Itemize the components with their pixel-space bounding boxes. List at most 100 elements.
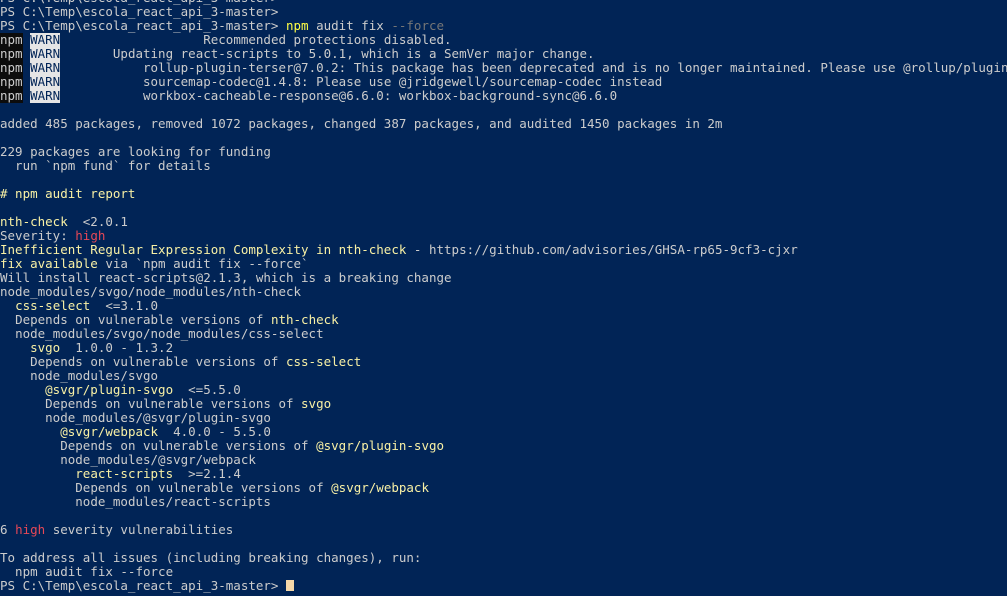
npm-warn-text: rollup-plugin-terser@7.0.2: This package…: [143, 61, 1007, 75]
funding-text: 229 packages are looking for funding: [0, 145, 271, 159]
audit-report-heading-text: # npm audit report: [0, 187, 136, 201]
npm-warn-text: workbox-cacheable-response@6.6.0: workbo…: [143, 89, 618, 103]
npm-warn-text: Updating react-scripts to 5.0.1, which i…: [112, 47, 595, 61]
tree-depends-name: svgo: [301, 397, 332, 411]
text-cursor: [285, 580, 294, 591]
npm-warn-text: Recommended protections disabled.: [203, 33, 452, 47]
vulnerability-total-line: 6 high severity vulnerabilities: [0, 523, 1007, 537]
tree-package-name: svgo: [30, 341, 61, 355]
npm-tag: npm: [0, 61, 23, 75]
advisory-path-text: node_modules/svgo/node_modules/nth-check: [0, 285, 302, 299]
terminal-screen: PS C:\Temp\escola_react_api_3-master> PS…: [0, 0, 1007, 593]
severity-label: Severity:: [0, 229, 76, 243]
command-program: npm: [285, 19, 309, 33]
tree-depends-prefix: Depends on vulnerable versions of: [45, 397, 302, 411]
advisory-fix-line: fix available via `npm audit fix --force…: [0, 257, 1007, 271]
advisory-severity-line: Severity: high: [0, 229, 1007, 243]
tree-path-text: node_modules/@svgr/plugin-svgo: [45, 411, 271, 425]
prompt-line-idle: PS C:\Temp\escola_react_api_3-master>: [0, 5, 1007, 19]
tree-package-range: 1.0.0 - 1.3.2: [60, 341, 174, 355]
tree-package-range: 4.0.0 - 5.5.0: [158, 425, 271, 439]
tree-depends-line: Depends on vulnerable versions of @svgr/…: [0, 481, 1007, 495]
tree-package-line: react-scripts >=2.1.4: [0, 467, 1007, 481]
npm-tag: npm: [0, 33, 23, 47]
warn-tag: WARN: [30, 75, 61, 89]
tree-path-line: node_modules/@svgr/webpack: [0, 453, 1007, 467]
npm-warn-text: sourcemap-codec@1.4.8: Please use @jridg…: [143, 75, 663, 89]
npm-warn-line: npm WARN Updating react-scripts to 5.0.1…: [0, 47, 1007, 61]
tree-package-line: @svgr/webpack 4.0.0 - 5.5.0: [0, 425, 1007, 439]
tree-depends-name: nth-check: [270, 313, 339, 327]
advisory-package-range: <2.0.1: [67, 215, 128, 229]
command-args: audit fix: [316, 19, 384, 33]
tree-package-name: @svgr/webpack: [60, 425, 159, 439]
advisory-title-line: Inefficient Regular Expression Complexit…: [0, 243, 1007, 257]
command-flag: --force: [391, 19, 445, 33]
fix-available-label: fix available: [0, 257, 98, 271]
npm-warn-line: npm WARN workbox-cacheable-response@6.6.…: [0, 89, 1007, 103]
tree-depends-line: Depends on vulnerable versions of @svgr/…: [0, 439, 1007, 453]
advisory-breaking-line: Will install react-scripts@2.1.3, which …: [0, 271, 1007, 285]
prompt-line-active[interactable]: PS C:\Temp\escola_react_api_3-master>: [0, 579, 1007, 593]
funding-details-line: run `npm fund` for details: [0, 159, 1007, 173]
tree-path-line: node_modules/@svgr/plugin-svgo: [0, 411, 1007, 425]
npm-warn-line: npm WARN rollup-plugin-terser@7.0.2: Thi…: [0, 61, 1007, 75]
npm-tag: npm: [0, 89, 23, 103]
tree-package-name: css-select: [15, 299, 91, 313]
tree-path-text: node_modules/@svgr/webpack: [60, 453, 256, 467]
tree-package-name: @svgr/plugin-svgo: [45, 383, 174, 397]
tree-depends-line: Depends on vulnerable versions of svgo: [0, 397, 1007, 411]
audit-report-heading: # npm audit report: [0, 187, 1007, 201]
npm-warn-line: npm WARN sourcemap-codec@1.4.8: Please u…: [0, 75, 1007, 89]
npm-warn-line: npm WARN Recommended protections disable…: [0, 33, 1007, 47]
advisory-package-line: nth-check <2.0.1: [0, 215, 1007, 229]
tree-depends-line: Depends on vulnerable versions of css-se…: [0, 355, 1007, 369]
advisory-path-line: node_modules/svgo/node_modules/nth-check: [0, 285, 1007, 299]
install-summary-text: added 485 packages, removed 1072 package…: [0, 117, 723, 131]
warn-tag: WARN: [30, 61, 61, 75]
tree-depends-prefix: Depends on vulnerable versions of: [75, 481, 332, 495]
advisory-title: Inefficient Regular Expression Complexit…: [0, 243, 407, 257]
tree-path-line: node_modules/svgo: [0, 369, 1007, 383]
tree-package-range: <=5.5.0: [173, 383, 241, 397]
tree-path-line: node_modules/react-scripts: [0, 495, 1007, 509]
severity-value: high: [75, 229, 106, 243]
advisory-url[interactable]: https://github.com/advisories/GHSA-rp65-…: [429, 243, 798, 257]
prompt-text: PS C:\Temp\escola_react_api_3-master>: [0, 579, 279, 593]
address-command-text: npm audit fix --force: [0, 565, 174, 579]
address-command-line: npm audit fix --force: [0, 565, 1007, 579]
warn-tag: WARN: [30, 33, 61, 47]
prompt-text: PS C:\Temp\escola_react_api_3-master>: [0, 5, 279, 19]
vulnerability-suffix: severity vulnerabilities: [45, 523, 234, 537]
prompt-text: PS C:\Temp\escola_react_api_3-master>: [0, 19, 279, 33]
advisory-package-name: nth-check: [0, 215, 68, 229]
npm-tag: npm: [0, 47, 23, 61]
tree-depends-name: @svgr/plugin-svgo: [316, 439, 445, 453]
funding-details-text: run `npm fund` for details: [0, 159, 211, 173]
address-issues-line: To address all issues (including breakin…: [0, 551, 1007, 565]
vulnerability-count: 6: [0, 523, 16, 537]
tree-depends-name: css-select: [285, 355, 362, 369]
tree-package-line: css-select <=3.1.0: [0, 299, 1007, 313]
tree-package-range: <=3.1.0: [90, 299, 159, 313]
tree-package-range: >=2.1.4: [173, 467, 241, 481]
warn-tag: WARN: [30, 47, 61, 61]
powershell-terminal-window[interactable]: PS C:\Temp\escola_react_api_3-master> PS…: [0, 0, 1007, 596]
npm-tag: npm: [0, 75, 23, 89]
tree-package-name: react-scripts: [75, 467, 174, 481]
tree-path-text: node_modules/svgo: [30, 369, 159, 383]
funding-line: 229 packages are looking for funding: [0, 145, 1007, 159]
tree-depends-prefix: Depends on vulnerable versions of: [15, 313, 271, 327]
install-summary-line: added 485 packages, removed 1072 package…: [0, 117, 1007, 131]
advisory-url-separator: -: [406, 243, 429, 257]
prompt-line-command[interactable]: PS C:\Temp\escola_react_api_3-master> np…: [0, 19, 1007, 33]
tree-depends-prefix: Depends on vulnerable versions of: [30, 355, 286, 369]
fix-available-rest: via `npm audit fix --force`: [97, 257, 309, 271]
tree-path-text: node_modules/react-scripts: [75, 495, 271, 509]
tree-package-line: @svgr/plugin-svgo <=5.5.0: [0, 383, 1007, 397]
